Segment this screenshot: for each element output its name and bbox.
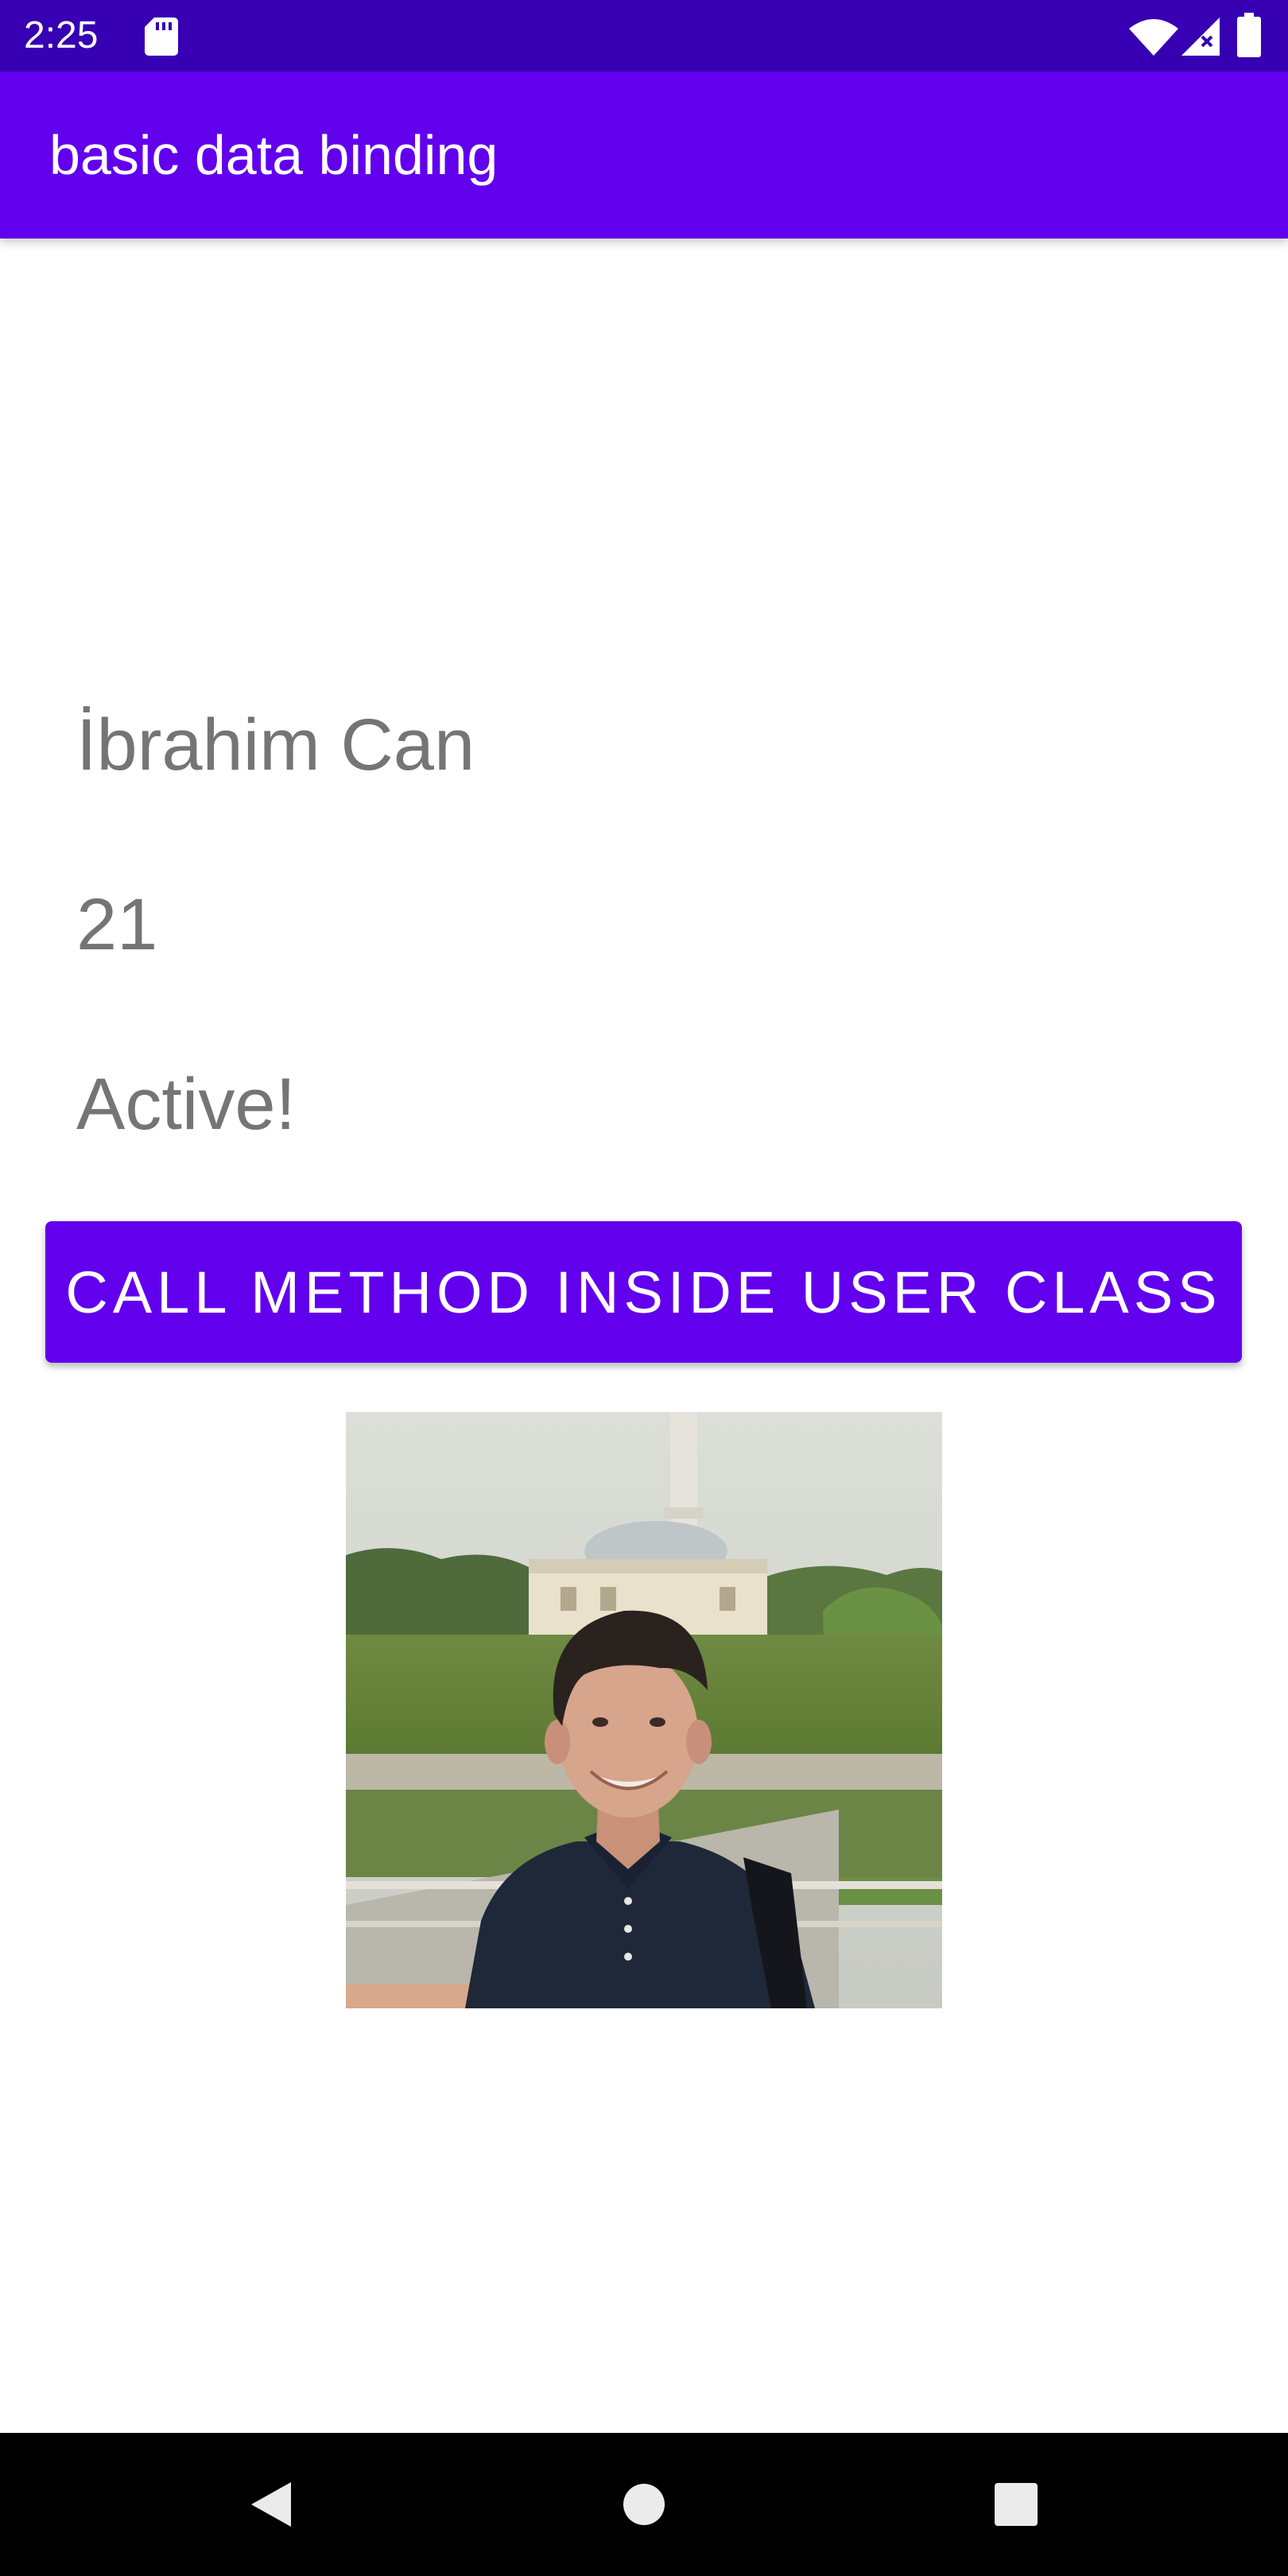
battery-icon: [1237, 13, 1261, 57]
recents-icon: [995, 2483, 1038, 2526]
app-title: basic data binding: [49, 124, 499, 186]
user-name-text: İbrahim Can: [76, 704, 475, 786]
sd-card-icon: [145, 17, 178, 56]
profile-photo: [346, 1412, 942, 2008]
user-status-text: Active!: [76, 1064, 297, 1145]
wifi-icon: [1129, 19, 1178, 56]
app-screen: 2:25 basic data binding İbrahim Can 21 A…: [0, 0, 1288, 2576]
signal-icon: [1181, 17, 1220, 56]
home-icon: [623, 2484, 665, 2525]
app-bar: basic data binding: [0, 72, 1288, 239]
call-method-button[interactable]: CALL METHOD INSIDE USER CLASS: [45, 1221, 1242, 1363]
user-age-text: 21: [76, 884, 158, 965]
back-button[interactable]: [231, 2465, 310, 2544]
status-bar: 2:25: [0, 0, 1288, 72]
home-button[interactable]: [604, 2465, 684, 2544]
status-time: 2:25: [24, 14, 99, 56]
recents-button[interactable]: [976, 2465, 1056, 2544]
back-icon: [251, 2482, 291, 2527]
navigation-bar: [0, 2433, 1288, 2576]
